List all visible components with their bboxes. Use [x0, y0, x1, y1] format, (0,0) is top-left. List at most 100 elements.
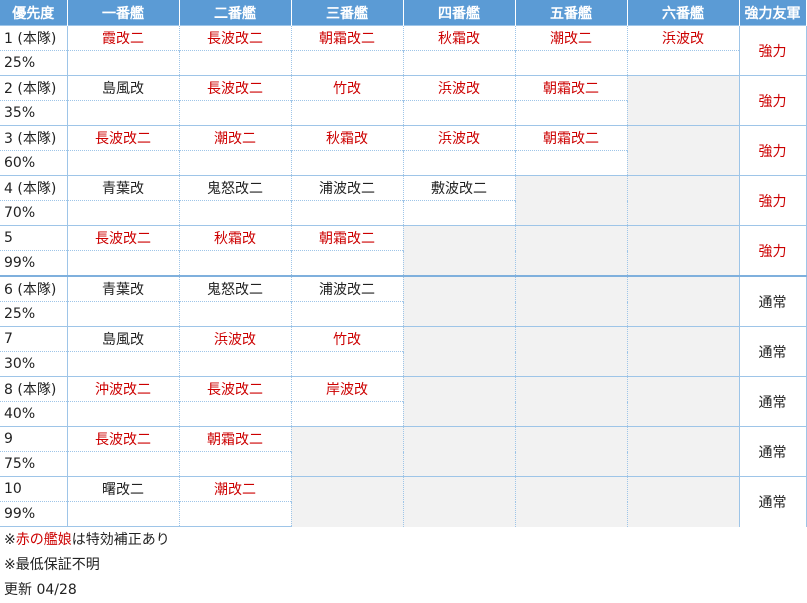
blank-cell: [67, 501, 180, 527]
note-suffix: は特効補正あり: [71, 532, 170, 548]
empty-cell: [515, 326, 628, 377]
header-strength: 強力友軍: [739, 0, 807, 26]
header-ship-1: 一番艦: [67, 0, 180, 26]
note-updated: 更新 04/28: [4, 582, 77, 598]
ship-cell: 鬼怒改二: [179, 275, 292, 302]
blank-cell: [179, 250, 292, 276]
blank-cell: [291, 401, 404, 427]
header-ship-2: 二番艦: [179, 0, 292, 26]
table-row: 7 島風改 浜波改 竹改 通常: [0, 326, 807, 377]
empty-cell: [403, 376, 516, 427]
note-red-text: 赤の艦娘: [15, 532, 72, 548]
strength-cell: 強力: [738, 25, 807, 76]
blank-cell: [403, 200, 516, 226]
strength-cell: 強力: [738, 175, 807, 226]
header-priority: 優先度: [0, 0, 68, 26]
ship-cell: 浜波改: [627, 25, 740, 51]
ship-cell: 長波改二: [67, 125, 180, 151]
empty-cell: [515, 225, 628, 276]
blank-cell: [403, 100, 516, 126]
strength-cell: 強力: [738, 125, 807, 176]
table-row: 3 (本隊) 長波改二 潮改二 秋霜改 浜波改 朝霜改二 強力: [0, 125, 807, 176]
ship-cell: 浦波改二: [291, 275, 404, 302]
rate-cell: 70%: [0, 200, 68, 226]
strength-cell: 通常: [738, 426, 807, 477]
empty-cell: [515, 426, 628, 477]
table-row: 5 長波改二 秋霜改 朝霜改二 強力: [0, 225, 807, 276]
ship-cell: 長波改二: [67, 225, 180, 251]
ship-cell: 長波改二: [179, 25, 292, 51]
strength-cell: 通常: [738, 326, 807, 377]
priority-cell: 10: [0, 476, 68, 502]
table-row: 4 (本隊) 青葉改 鬼怒改二 浦波改二 敷波改二 強力: [0, 175, 807, 226]
rate-cell: 30%: [0, 351, 68, 377]
blank-cell: [67, 401, 180, 427]
ship-cell: 竹改: [291, 326, 404, 352]
priority-cell: 7: [0, 326, 68, 352]
blank-cell: [179, 501, 292, 527]
blank-cell: [67, 200, 180, 226]
ship-cell: 青葉改: [67, 175, 180, 201]
blank-cell: [67, 50, 180, 76]
priority-cell: 6 (本隊): [0, 275, 68, 302]
empty-cell: [627, 125, 740, 176]
empty-cell: [291, 476, 404, 527]
blank-cell: [67, 301, 180, 327]
blank-cell: [515, 100, 628, 126]
ship-cell: 沖波改二: [67, 376, 180, 402]
empty-cell: [515, 476, 628, 527]
blank-cell: [627, 50, 740, 76]
empty-cell: [515, 376, 628, 427]
empty-cell: [291, 426, 404, 477]
notes: ※赤の艦娘は特効補正あり ※最低保証不明 更新 04/28: [4, 528, 170, 603]
empty-cell: [403, 326, 516, 377]
ship-cell: 霞改二: [67, 25, 180, 51]
blank-cell: [403, 150, 516, 176]
table-row: 9 長波改二 朝霜改二 通常: [0, 426, 807, 477]
ship-cell: 秋霜改: [403, 25, 516, 51]
ship-cell: 潮改二: [515, 25, 628, 51]
priority-cell: 5: [0, 225, 68, 251]
ship-cell: 長波改二: [179, 75, 292, 101]
blank-cell: [67, 451, 180, 477]
ship-cell: 島風改: [67, 326, 180, 352]
ship-cell: 朝霜改二: [291, 25, 404, 51]
empty-cell: [627, 75, 740, 126]
note-min-guarantee: ※最低保証不明: [4, 557, 100, 573]
blank-cell: [403, 50, 516, 76]
header-ship-4: 四番艦: [403, 0, 516, 26]
ship-cell: 朝霜改二: [179, 426, 292, 452]
empty-cell: [403, 476, 516, 527]
empty-cell: [515, 175, 628, 226]
table-row: 8 (本隊) 沖波改二 長波改二 岸波改 通常: [0, 376, 807, 427]
ship-cell: 浜波改: [403, 125, 516, 151]
ship-cell: 秋霜改: [291, 125, 404, 151]
empty-cell: [403, 426, 516, 477]
strength-cell: 通常: [738, 376, 807, 427]
rate-cell: 75%: [0, 451, 68, 477]
priority-cell: 8 (本隊): [0, 376, 68, 402]
blank-cell: [291, 351, 404, 377]
ship-cell: 朝霜改二: [515, 125, 628, 151]
rate-cell: 35%: [0, 100, 68, 126]
blank-cell: [291, 100, 404, 126]
blank-cell: [515, 50, 628, 76]
blank-cell: [179, 50, 292, 76]
priority-cell: 1 (本隊): [0, 25, 68, 51]
ship-cell: 長波改二: [67, 426, 180, 452]
empty-cell: [515, 275, 628, 327]
empty-cell: [627, 275, 740, 327]
blank-cell: [67, 150, 180, 176]
table-row: 6 (本隊) 青葉改 鬼怒改二 浦波改二 通常: [0, 275, 807, 327]
blank-cell: [67, 250, 180, 276]
empty-cell: [403, 275, 516, 327]
strength-cell: 通常: [738, 275, 807, 327]
note-prefix: ※: [4, 532, 16, 548]
blank-cell: [179, 351, 292, 377]
ship-cell: 潮改二: [179, 125, 292, 151]
blank-cell: [179, 401, 292, 427]
table-row: 1 (本隊) 霞改二 長波改二 朝霜改二 秋霜改 潮改二 浜波改 強力: [0, 25, 807, 76]
ship-cell: 島風改: [67, 75, 180, 101]
table-row: 2 (本隊) 島風改 長波改二 竹改 浜波改 朝霜改二 強力: [0, 75, 807, 126]
priority-cell: 4 (本隊): [0, 175, 68, 201]
